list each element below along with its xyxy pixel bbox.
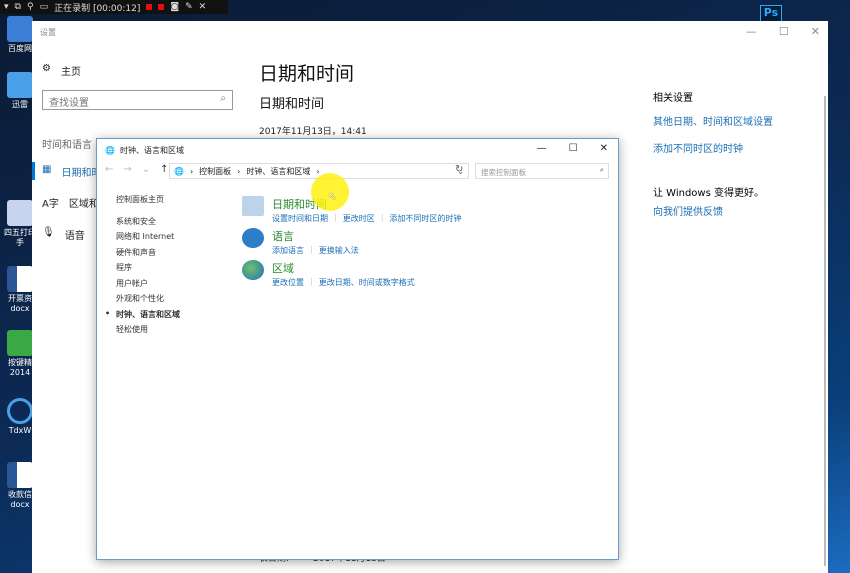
nav-item[interactable]: 控制面板主页 [116, 194, 180, 210]
search-icon: ⌕ [599, 165, 604, 174]
up-button[interactable]: ↑ [160, 164, 168, 175]
icon-label: 按键精2014 [8, 358, 32, 377]
nav-home[interactable]: ⚙ 主页 [42, 63, 81, 78]
nav-item[interactable]: 网络和 Internet [116, 231, 180, 247]
selection-indicator [32, 162, 35, 180]
icon-label: 收款信docx [8, 490, 32, 509]
back-button[interactable]: ← [105, 164, 113, 175]
current-datetime: 2017年11月13日，14:41 [259, 127, 367, 137]
recording-status: 正在录制 [00:00:12] [54, 3, 141, 14]
zoom-icon[interactable]: ⚲ [27, 2, 34, 12]
nav-item[interactable]: 外观和个性化 [116, 293, 180, 309]
link[interactable]: 更改时区 [343, 213, 375, 224]
link[interactable]: 更改位置 [272, 277, 304, 288]
close-icon[interactable]: ✕ [199, 2, 207, 12]
minimize-button[interactable]: — [746, 25, 757, 38]
menu-icon[interactable]: ▾ [4, 2, 9, 12]
maximize-button[interactable]: ☐ [779, 25, 789, 38]
related-settings-title: 相关设置 [653, 93, 693, 104]
link[interactable]: 添加不同时区的时钟 [389, 213, 461, 224]
nav-group-label: 时间和语言 [42, 140, 92, 151]
left-nav: 控制面板主页 系统和安全 网络和 Internet 硬件和声音 程序 用户帐户 … [105, 194, 180, 340]
icon-label: 开票资docx [8, 294, 32, 313]
control-panel-window: 🌐 时钟、语言和区域 — ☐ ✕ ← → ⌄ ↑ 🌐 › 控制面板 › 时钟、语言和区域 › ⌄ ↻ 搜… [96, 138, 619, 560]
globe-icon: 🌐 [174, 166, 184, 176]
icon-label: 迅雷 [12, 100, 28, 109]
recorder-toolbar: ▾ ⧉ ⚲ ▭ 正在录制 [00:00:12] ◙ ✎ ✕ [0, 0, 228, 14]
refresh-button[interactable]: ↻ [455, 164, 463, 175]
link-add-clocks[interactable]: 添加不同时区的时钟 [653, 140, 743, 155]
search-input[interactable]: 搜索控制面板 ⌕ [475, 163, 609, 179]
microphone-icon: 🎙 [42, 227, 55, 238]
nav-item[interactable]: 硬件和声音 [116, 247, 180, 263]
breadcrumb-item[interactable]: 控制面板 [199, 166, 231, 177]
link[interactable]: 更改日期、时间或数字格式 [319, 277, 415, 288]
recent-button[interactable]: ⌄ [142, 164, 150, 175]
category-title[interactable]: 区域 [272, 260, 415, 276]
close-button[interactable]: ✕ [600, 143, 608, 154]
search-input[interactable]: 查找设置 ⌕ [42, 90, 233, 110]
icon-label: TdxW [8, 426, 32, 435]
breadcrumb-item[interactable]: 时钟、语言和区域 [246, 166, 310, 177]
nav-item-current[interactable]: 时钟、语言和区域 [105, 309, 180, 325]
link[interactable]: 设置时间和日期 [272, 213, 328, 224]
nav-item[interactable]: 轻松使用 [116, 324, 180, 340]
calendar-clock-icon [242, 196, 264, 216]
nav-item[interactable]: 程序 [116, 262, 180, 278]
maximize-button[interactable]: ☐ [569, 143, 578, 154]
feedback-link[interactable]: 向我们提供反馈 [653, 203, 723, 218]
nav-label: 语音 [64, 231, 85, 242]
region-icon[interactable]: ▭ [40, 2, 49, 12]
region-globe-icon [242, 260, 264, 280]
category-date-time: 日期和时间 设置时间和日期 | 更改时区 | 添加不同时区的时钟 [242, 196, 461, 224]
mouse-cursor-icon: ↖ [328, 190, 338, 203]
close-button[interactable]: ✕ [811, 25, 820, 38]
link[interactable]: 更换输入法 [319, 245, 359, 256]
pen-icon[interactable]: ✎ [185, 2, 193, 12]
forward-button[interactable]: → [123, 164, 131, 175]
search-icon: ⌕ [220, 93, 226, 104]
link[interactable]: 添加语言 [272, 245, 304, 256]
minimize-button[interactable]: — [537, 143, 547, 154]
link-other-settings[interactable]: 其他日期、时间和区域设置 [653, 113, 773, 128]
window-title: 设置 [40, 28, 56, 37]
clock-globe-icon: 🌐 [105, 145, 115, 155]
nav-item[interactable]: 用户帐户 [116, 278, 180, 294]
category-language: 语言 添加语言 | 更换输入法 [242, 228, 359, 256]
camera-icon[interactable]: ◙ [170, 2, 179, 12]
window-icon[interactable]: ⧉ [15, 2, 21, 12]
icon-label: 百度网 [8, 44, 32, 53]
stop-icon[interactable] [158, 4, 165, 10]
search-placeholder: 查找设置 [49, 98, 89, 109]
page-title: 日期和时间 [259, 63, 355, 85]
search-placeholder: 搜索控制面板 [481, 168, 526, 177]
gear-icon: ⚙ [42, 63, 51, 74]
category-title[interactable]: 日期和时间 [272, 196, 461, 212]
category-region: 区域 更改位置 | 更改日期、时间或数字格式 [242, 260, 415, 288]
language-globe-icon [242, 228, 264, 248]
pause-icon[interactable] [146, 4, 153, 10]
category-title[interactable]: 语言 [272, 228, 359, 244]
language-icon: A字 [42, 199, 59, 210]
section-title: 日期和时间 [259, 97, 325, 112]
home-label: 主页 [60, 67, 81, 78]
window-title: 时钟、语言和区域 [119, 145, 184, 155]
feedback-title: 让 Windows 变得更好。 [653, 188, 764, 199]
nav-item[interactable]: 系统和安全 [116, 216, 180, 232]
calendar-icon: ▦ [42, 164, 52, 175]
scrollbar[interactable] [824, 96, 826, 566]
nav-item-speech[interactable]: 🎙 语音 [42, 227, 85, 242]
